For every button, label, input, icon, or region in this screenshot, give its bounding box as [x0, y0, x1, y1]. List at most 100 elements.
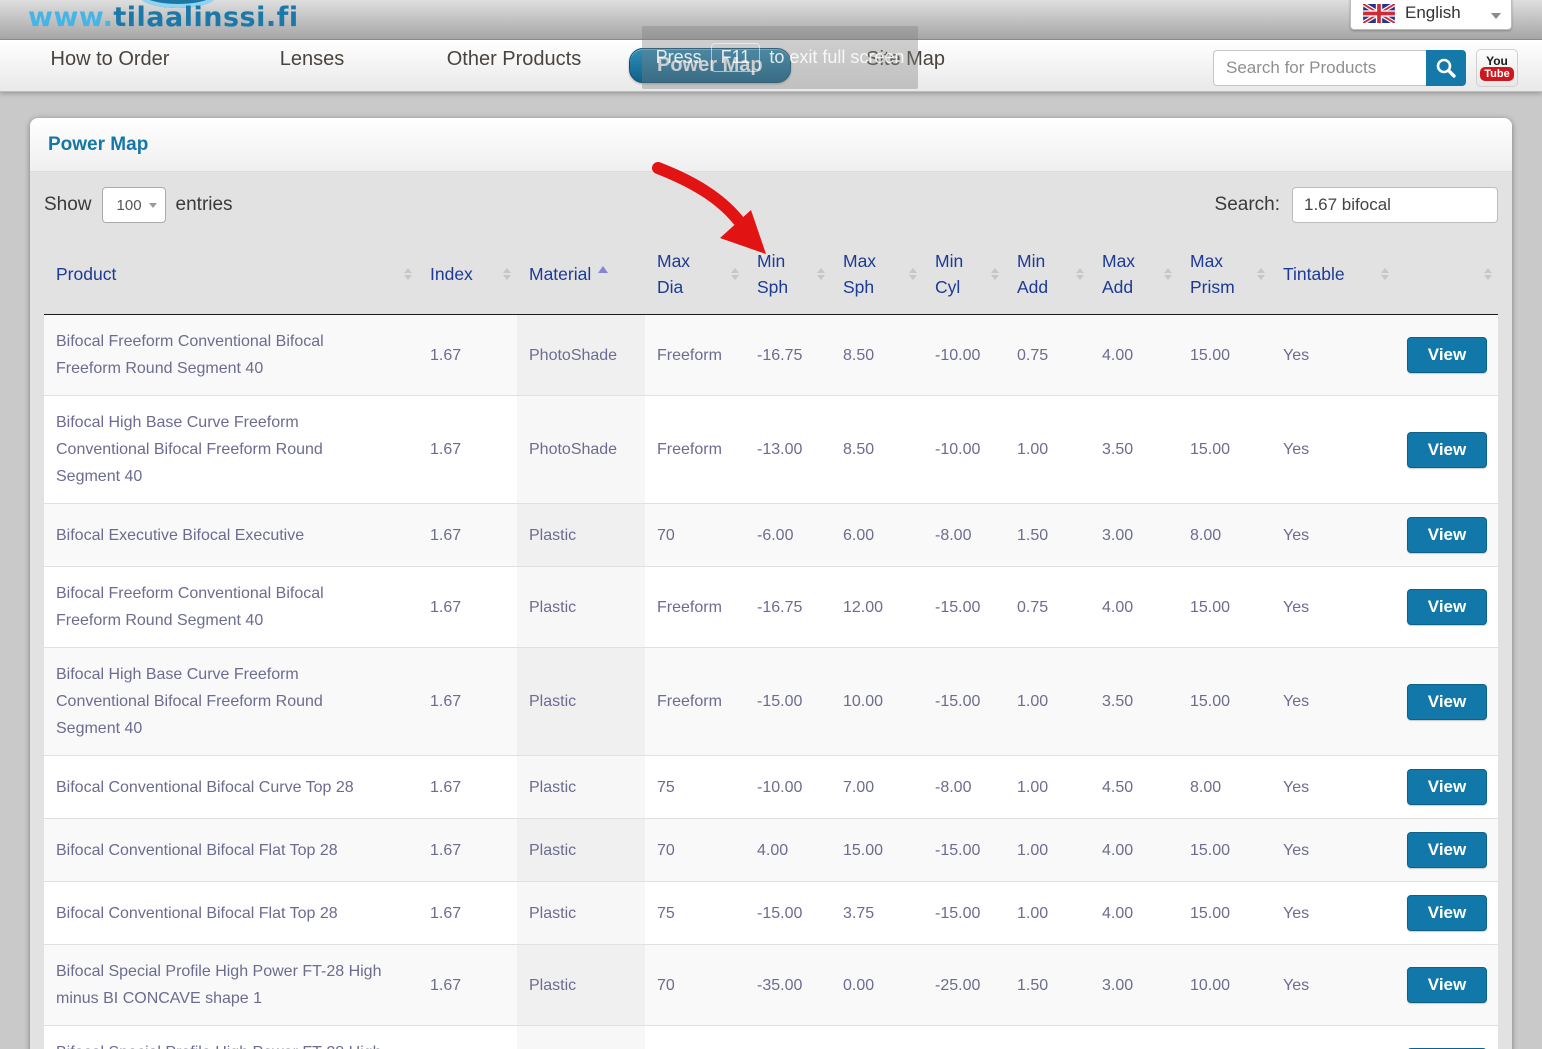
view-button[interactable]: View: [1407, 967, 1487, 1003]
cell-max-add: 3.00: [1090, 1026, 1178, 1049]
youtube-icon: You: [1486, 55, 1508, 67]
cell-product: Bifocal Special Profile High Power FT-28…: [44, 945, 418, 1026]
sort-icons: [1164, 268, 1172, 280]
sort-icons: [404, 268, 412, 280]
cell-max-dia: 70: [645, 819, 745, 882]
page-content: Power Map Show 100 entries Search:: [0, 92, 1542, 1049]
col-header-min-add[interactable]: Min Add: [1005, 234, 1090, 315]
cell-tintable: Yes: [1271, 504, 1395, 567]
cell-material: Plastic: [517, 567, 645, 648]
cell-min-add: 1.50: [1005, 945, 1090, 1026]
cell-tintable: Yes: [1271, 945, 1395, 1026]
cell-material: PhotoShade: [517, 396, 645, 504]
page-title: Power Map: [48, 134, 148, 156]
col-header-max-dia[interactable]: Max Dia: [645, 234, 745, 315]
cell-view: View: [1395, 396, 1498, 504]
cell-min-sph: -35.00: [745, 1026, 831, 1049]
cell-product: Bifocal Special Profile High Power FT-28…: [44, 1026, 418, 1049]
view-button[interactable]: View: [1407, 337, 1487, 373]
sort-icons: [503, 268, 511, 280]
uk-flag-icon: [1363, 4, 1395, 23]
cell-product: Bifocal Conventional Bifocal Flat Top 28: [44, 819, 418, 882]
cell-product: Bifocal Freeform Conventional Bifocal Fr…: [44, 315, 418, 396]
col-header-material[interactable]: Material: [517, 234, 645, 315]
cell-view: View: [1395, 567, 1498, 648]
entries-per-page-select[interactable]: 100: [102, 187, 166, 223]
col-header-max-sph[interactable]: Max Sph: [831, 234, 923, 315]
cell-index: 1.67: [418, 882, 517, 945]
cell-min-add: 1.00: [1005, 819, 1090, 882]
cell-min-cyl: -10.00: [923, 396, 1005, 504]
view-button[interactable]: View: [1407, 589, 1487, 625]
cell-material: Plastic: [517, 882, 645, 945]
nav-item-how-to-order[interactable]: How to Order: [9, 48, 211, 83]
power-map-panel: Power Map Show 100 entries Search:: [30, 118, 1512, 1049]
table-search-input[interactable]: [1292, 187, 1498, 223]
col-header-view[interactable]: [1395, 234, 1498, 315]
cell-max-add: 4.00: [1090, 315, 1178, 396]
col-header-product[interactable]: Product: [44, 234, 418, 315]
site-logo[interactable]: www.tilaalinssi.fi: [28, 2, 299, 33]
col-header-min-cyl[interactable]: Min Cyl: [923, 234, 1005, 315]
cell-product: Bifocal Freeform Conventional Bifocal Fr…: [44, 567, 418, 648]
cell-max-sph: 0.00: [831, 1026, 923, 1049]
col-header-max-add[interactable]: Max Add: [1090, 234, 1178, 315]
cell-tintable: Yes: [1271, 1026, 1395, 1049]
view-button[interactable]: View: [1407, 832, 1487, 868]
view-button[interactable]: View: [1407, 432, 1487, 468]
f11-keycap: F11: [711, 43, 761, 72]
cell-index: 1.67: [418, 1026, 517, 1049]
table-row: Bifocal Freeform Conventional Bifocal Fr…: [44, 315, 1498, 396]
products-search-input[interactable]: [1213, 50, 1426, 86]
col-header-max-prism[interactable]: Max Prism: [1178, 234, 1271, 315]
view-button[interactable]: View: [1407, 684, 1487, 720]
cell-index: 1.67: [418, 567, 517, 648]
nav-item-other-products[interactable]: Other Products: [413, 48, 615, 83]
col-header-tintable[interactable]: Tintable: [1271, 234, 1395, 315]
search-button[interactable]: [1426, 50, 1466, 86]
cell-min-cyl: -25.00: [923, 945, 1005, 1026]
table-row: Bifocal High Base Curve Freeform Convent…: [44, 396, 1498, 504]
cell-max-prism: 15.00: [1178, 648, 1271, 756]
col-header-min-sph[interactable]: Min Sph: [745, 234, 831, 315]
cell-material: Plastic: [517, 504, 645, 567]
cell-min-add: 0.75: [1005, 315, 1090, 396]
cell-view: View: [1395, 819, 1498, 882]
nav-item-lenses[interactable]: Lenses: [211, 48, 413, 83]
cell-max-dia: Freeform: [645, 396, 745, 504]
view-button[interactable]: View: [1407, 517, 1487, 553]
cell-max-add: 3.00: [1090, 945, 1178, 1026]
entries-label: entries: [176, 194, 233, 216]
view-button[interactable]: View: [1407, 895, 1487, 931]
cell-index: 1.67: [418, 504, 517, 567]
cell-index: 1.67: [418, 819, 517, 882]
cell-tintable: Yes: [1271, 315, 1395, 396]
cell-min-cyl: -8.00: [923, 504, 1005, 567]
toast-press-text: Press: [656, 47, 702, 68]
cell-min-cyl: -10.00: [923, 315, 1005, 396]
table-header-row: Product Index Material Max Dia Min Sph M…: [44, 234, 1498, 315]
cell-min-sph: -15.00: [745, 882, 831, 945]
cell-max-sph: 8.50: [831, 315, 923, 396]
cell-min-cyl: -15.00: [923, 819, 1005, 882]
cell-max-add: 4.50: [1090, 756, 1178, 819]
col-header-index[interactable]: Index: [418, 234, 517, 315]
table-row: Bifocal Executive Bifocal Executive1.67P…: [44, 504, 1498, 567]
cell-min-sph: -13.00: [745, 396, 831, 504]
cell-index: 1.67: [418, 396, 517, 504]
cell-max-sph: 15.00: [831, 819, 923, 882]
logo-www: www.: [28, 2, 113, 33]
cell-max-dia: Freeform: [645, 567, 745, 648]
sort-icons: [731, 268, 739, 280]
youtube-link[interactable]: You Tube: [1476, 49, 1518, 87]
cell-max-dia: 70: [645, 504, 745, 567]
language-selector[interactable]: English: [1350, 0, 1512, 30]
table-row: Bifocal High Base Curve Freeform Convent…: [44, 648, 1498, 756]
cell-min-cyl: -8.00: [923, 756, 1005, 819]
cell-material: Plastic: [517, 945, 645, 1026]
cell-max-dia: 75: [645, 756, 745, 819]
view-button[interactable]: View: [1407, 769, 1487, 805]
cell-max-add: 4.00: [1090, 819, 1178, 882]
sort-asc-icon: [598, 266, 608, 273]
cell-view: View: [1395, 315, 1498, 396]
